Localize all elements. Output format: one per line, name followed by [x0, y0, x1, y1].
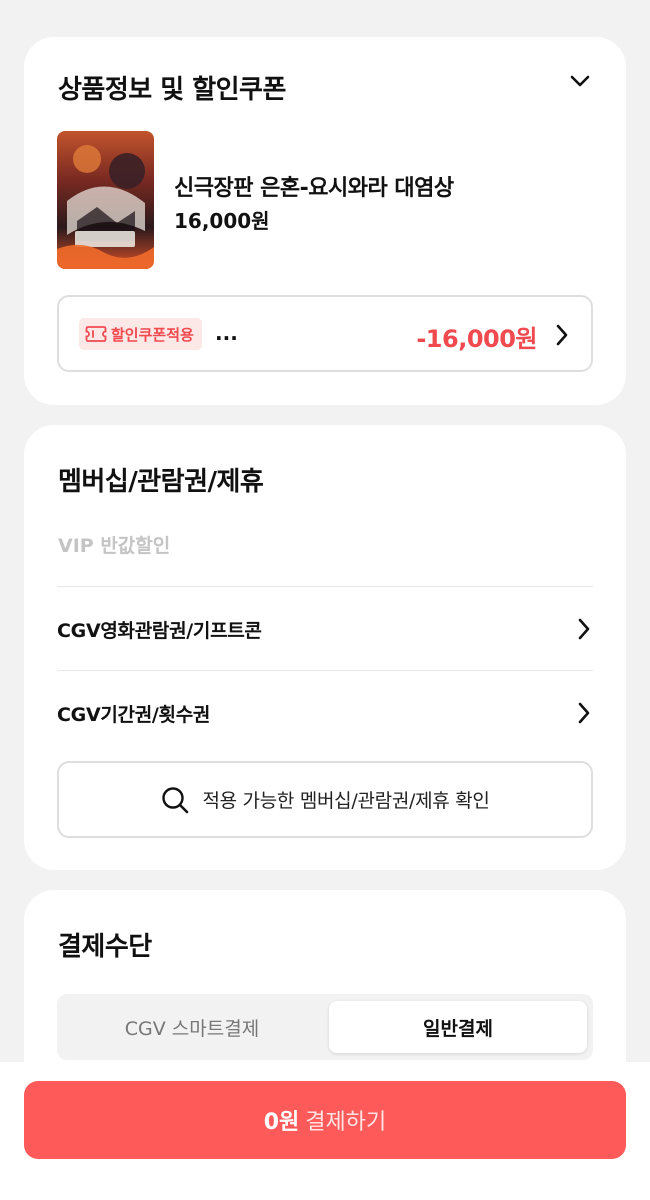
ticket-icon — [85, 326, 107, 342]
row-label: CGV영화관람권/기프트콘 — [57, 619, 262, 642]
chevron-right-icon — [578, 618, 590, 640]
row-label: CGV기간권/횟수권 — [57, 703, 211, 726]
coupon-ellipsis: ... — [215, 321, 238, 345]
divider — [57, 670, 593, 671]
discount-coupon-selector[interactable]: 할인쿠폰적용 ... -16,000원 — [57, 295, 593, 372]
bottom-pay-bar: 0원 결제하기 — [0, 1062, 650, 1200]
product-section-title: 상품정보 및 할인쿠폰 — [58, 75, 286, 105]
check-button-label: 적용 가능한 멤버십/관람권/제휴 확인 — [202, 790, 490, 812]
product-info-card: 상품정보 및 할인쿠폰 신극장판 은혼-요시와라 대염상 16,000원 할인쿠… — [24, 37, 626, 405]
movie-poster — [57, 131, 154, 269]
movie-price: 16,000원 — [174, 209, 270, 233]
check-applicable-membership-button[interactable]: 적용 가능한 멤버십/관람권/제휴 확인 — [57, 761, 593, 838]
pay-button[interactable]: 0원 결제하기 — [24, 1081, 626, 1159]
tab-general-payment[interactable]: 일반결제 — [329, 1001, 587, 1053]
chevron-right-icon — [553, 323, 571, 351]
movie-title: 신극장판 은혼-요시와라 대염상 — [174, 176, 454, 201]
coupon-badge-label: 할인쿠폰적용 — [111, 325, 194, 344]
vip-half-price-option: VIP 반값할인 — [58, 535, 171, 557]
chevron-right-icon — [578, 702, 590, 724]
tab-cgv-smart-payment[interactable]: CGV 스마트결제 — [61, 1001, 323, 1053]
search-icon — [162, 786, 189, 813]
pay-label: 결제하기 — [305, 1110, 387, 1135]
chevron-down-icon — [570, 75, 590, 87]
membership-card: 멤버십/관람권/제휴 VIP 반값할인 CGV영화관람권/기프트콘 CGV기간권… — [24, 425, 626, 870]
collapse-button[interactable] — [564, 65, 596, 97]
payment-method-tabs: CGV 스마트결제 일반결제 — [57, 994, 593, 1060]
coupon-discount-amount: -16,000원 — [416, 325, 537, 353]
divider — [57, 586, 593, 587]
payment-section-title: 결제수단 — [58, 932, 152, 962]
membership-section-title: 멤버십/관람권/제휴 — [58, 467, 264, 497]
pay-amount: 0원 — [263, 1110, 300, 1135]
coupon-badge: 할인쿠폰적용 — [79, 318, 202, 350]
cgv-period-pass-row[interactable]: CGV기간권/횟수권 — [57, 683, 593, 743]
cgv-movie-ticket-giftcon-row[interactable]: CGV영화관람권/기프트콘 — [57, 599, 593, 659]
